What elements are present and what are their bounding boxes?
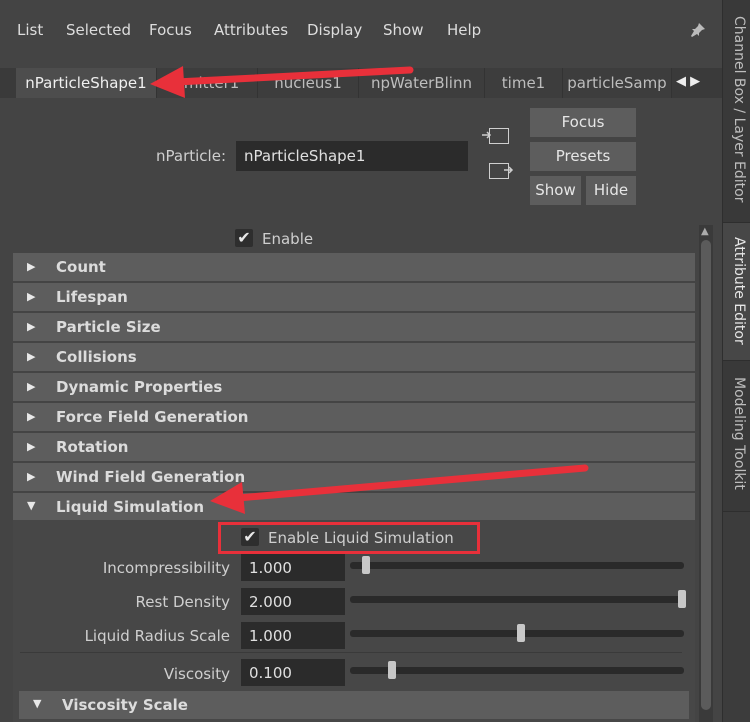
tab-npwaterblinn[interactable]: npWaterBlinn bbox=[359, 68, 485, 98]
pin-icon[interactable] bbox=[690, 22, 706, 42]
section-title: Lifespan bbox=[56, 288, 128, 306]
incompressibility-label: Incompressibility bbox=[102, 559, 230, 577]
node-tabs: nParticleShape1 emitter1 nucleus1 npWate… bbox=[0, 68, 722, 98]
rail-tab-attribute-editor-label: Attribute Editor bbox=[731, 237, 747, 345]
section-title: Liquid Simulation bbox=[56, 498, 205, 516]
viscosity-slider-handle[interactable] bbox=[388, 661, 397, 679]
section-count[interactable]: ▶ Count bbox=[13, 253, 695, 281]
section-title: Count bbox=[56, 258, 106, 276]
section-title: Collisions bbox=[56, 348, 137, 366]
section-force-field-generation[interactable]: ▶ Force Field Generation bbox=[13, 403, 695, 431]
presets-button[interactable]: Presets bbox=[530, 142, 636, 171]
annotation-highlight-box bbox=[218, 522, 480, 554]
menu-help[interactable]: Help bbox=[447, 21, 481, 39]
menu-list[interactable]: List bbox=[17, 21, 43, 39]
section-rotation[interactable]: ▶ Rotation bbox=[13, 433, 695, 461]
hide-button[interactable]: Hide bbox=[586, 176, 636, 205]
section-title: Particle Size bbox=[56, 318, 161, 336]
incompressibility-slider[interactable] bbox=[350, 562, 684, 569]
expand-arrow-icon: ▶ bbox=[27, 470, 36, 483]
menu-focus[interactable]: Focus bbox=[149, 21, 192, 39]
expand-arrow-icon: ▶ bbox=[27, 320, 36, 333]
right-rail: Channel Box / Layer Editor Attribute Edi… bbox=[722, 0, 750, 722]
section-title: Force Field Generation bbox=[56, 408, 249, 426]
section-title: Wind Field Generation bbox=[56, 468, 246, 486]
section-lifespan[interactable]: ▶ Lifespan bbox=[13, 283, 695, 311]
scroll-up-icon[interactable]: ▲ bbox=[701, 226, 709, 237]
tab-nparticleshape1[interactable]: nParticleShape1 bbox=[16, 68, 157, 98]
section-viscosity-scale[interactable]: ▼ Viscosity Scale bbox=[19, 691, 689, 719]
section-collisions[interactable]: ▶ Collisions bbox=[13, 343, 695, 371]
rail-tab-modeling-toolkit[interactable]: Modeling Toolkit bbox=[723, 361, 750, 512]
tab-particlesamp[interactable]: particleSamp bbox=[563, 68, 672, 98]
incompressibility-slider-handle[interactable] bbox=[362, 556, 371, 574]
rest-density-slider[interactable] bbox=[350, 596, 684, 603]
viscosity-field[interactable] bbox=[241, 659, 345, 686]
section-title: Rotation bbox=[56, 438, 129, 456]
rail-tab-channel-box-label: Channel Box / Layer Editor bbox=[731, 16, 747, 203]
expand-arrow-icon: ▶ bbox=[27, 410, 36, 423]
menu-bar: List Selected Focus Attributes Display S… bbox=[0, 0, 722, 60]
viscosity-slider[interactable] bbox=[350, 667, 684, 674]
tab-emitter1[interactable]: emitter1 bbox=[157, 68, 258, 98]
liquid-radius-scale-slider-handle[interactable] bbox=[517, 624, 525, 642]
divider bbox=[20, 652, 682, 653]
nparticle-label: nParticle: bbox=[156, 147, 226, 165]
section-title: Viscosity Scale bbox=[62, 696, 188, 714]
rest-density-label: Rest Density bbox=[135, 593, 230, 611]
output-connection-icon[interactable] bbox=[489, 163, 514, 179]
enable-label: Enable bbox=[262, 230, 314, 248]
rest-density-field[interactable] bbox=[241, 588, 345, 615]
rail-tab-modeling-toolkit-label: Modeling Toolkit bbox=[731, 377, 747, 490]
rail-tab-attribute-editor[interactable]: Attribute Editor bbox=[723, 223, 750, 361]
section-wind-field-generation[interactable]: ▶ Wind Field Generation bbox=[13, 463, 695, 491]
section-title: Dynamic Properties bbox=[56, 378, 223, 396]
tab-scroll-arrows-icon[interactable]: ◀ ▶ bbox=[676, 74, 700, 89]
expand-arrow-icon: ▶ bbox=[27, 380, 36, 393]
tab-time1[interactable]: time1 bbox=[485, 68, 563, 98]
focus-button[interactable]: Focus bbox=[530, 108, 636, 137]
liquid-radius-scale-field[interactable] bbox=[241, 622, 345, 649]
expand-arrow-icon: ▶ bbox=[27, 290, 36, 303]
menu-show[interactable]: Show bbox=[383, 21, 423, 39]
viscosity-label: Viscosity bbox=[163, 665, 230, 683]
menu-attributes[interactable]: Attributes bbox=[214, 21, 288, 39]
expand-arrow-icon: ▶ bbox=[27, 350, 36, 363]
enable-checkbox[interactable]: ✔ bbox=[235, 229, 253, 247]
menu-selected[interactable]: Selected bbox=[66, 21, 131, 39]
menu-display[interactable]: Display bbox=[307, 21, 362, 39]
section-dynamic-properties[interactable]: ▶ Dynamic Properties bbox=[13, 373, 695, 401]
nparticle-name-field[interactable] bbox=[236, 141, 468, 171]
section-particle-size[interactable]: ▶ Particle Size bbox=[13, 313, 695, 341]
liquid-radius-scale-label: Liquid Radius Scale bbox=[84, 627, 230, 645]
scrollbar-thumb[interactable] bbox=[701, 240, 711, 710]
rest-density-slider-handle[interactable] bbox=[678, 590, 686, 608]
collapse-arrow-icon: ▼ bbox=[27, 499, 36, 512]
rail-tab-channel-box[interactable]: Channel Box / Layer Editor bbox=[723, 0, 750, 223]
collapse-arrow-icon: ▼ bbox=[33, 697, 42, 710]
expand-arrow-icon: ▶ bbox=[27, 260, 36, 273]
show-button[interactable]: Show bbox=[530, 176, 581, 205]
incompressibility-field[interactable] bbox=[241, 554, 345, 581]
input-connection-icon[interactable] bbox=[482, 128, 509, 144]
expand-arrow-icon: ▶ bbox=[27, 440, 36, 453]
tab-nucleus1[interactable]: nucleus1 bbox=[258, 68, 359, 98]
section-liquid-simulation[interactable]: ▼ Liquid Simulation bbox=[13, 493, 695, 521]
